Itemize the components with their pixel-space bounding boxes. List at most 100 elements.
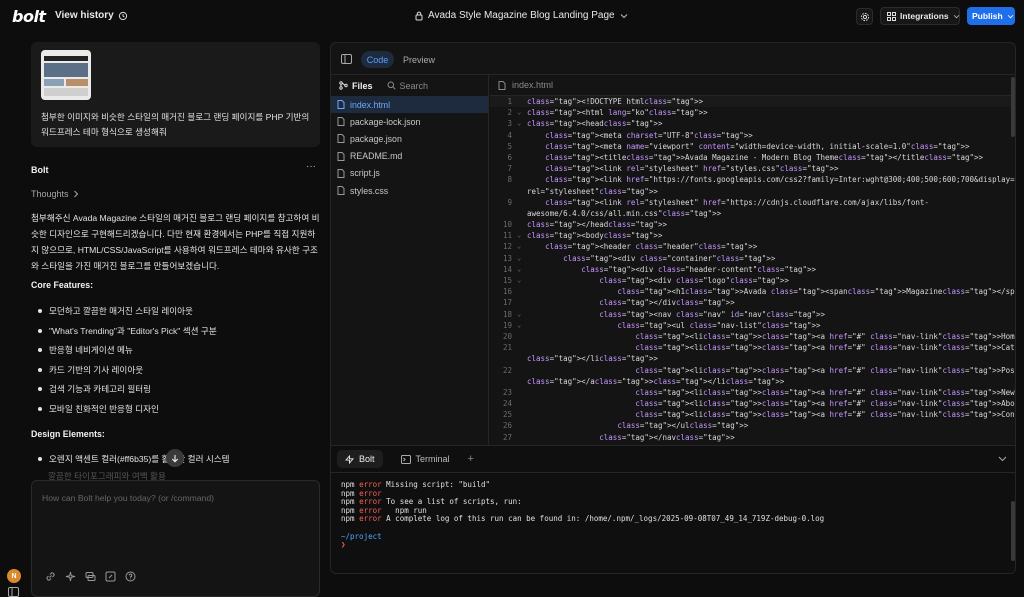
code-line: 3 ⌄ class="tag"><headclass="tag">> [507, 119, 663, 129]
code-line: class="tag"></aclass="tag">>class="tag">… [527, 376, 785, 386]
list-item: "What's Trending"과 "Editor's Pick" 섹션 구분 [31, 325, 321, 345]
code-line: 6 class="tag"><titleclass="tag">>Avada M… [507, 152, 984, 162]
files-tab[interactable]: Files [339, 81, 373, 91]
list-item: 카드 기반의 기사 레이아웃 [31, 364, 321, 384]
tab-preview[interactable]: Preview [397, 51, 441, 68]
panel-toggle-icon[interactable] [341, 54, 352, 64]
bolt-icon [345, 454, 354, 464]
file-icon [337, 168, 345, 178]
integrations-button[interactable]: Integrations [880, 7, 960, 25]
terminal-tab-label: Terminal [415, 454, 450, 464]
code-box-icon[interactable] [105, 571, 116, 582]
code-line: 22 class="tag"><liclass="tag">>class="ta… [502, 365, 1016, 375]
thoughts-label: Thoughts [31, 189, 69, 199]
history-icon [118, 11, 128, 21]
code-editor[interactable]: index.html 1 class="tag"><!DOCTYPE htmlcl… [490, 75, 1016, 445]
file-item-package-json[interactable]: package.json [331, 130, 488, 147]
file-item-script-js[interactable]: script.js [331, 165, 488, 182]
scroll-to-bottom-button[interactable] [166, 449, 184, 467]
bolt-logo[interactable]: bolt [12, 7, 46, 26]
file-tree-header: Files Search [331, 75, 488, 96]
chat-input-box [31, 480, 320, 597]
terminal-output[interactable]: npm error Missing script: "build" npm err… [341, 480, 825, 550]
editor-file-tab: index.html [490, 75, 1015, 96]
editor-scrollbar[interactable] [1011, 77, 1015, 137]
code-line: 24 class="tag"><liclass="tag">>class="ta… [502, 399, 1015, 409]
code-line: 17 class="tag"></divclass="tag">> [502, 298, 735, 308]
project-title-text: Avada Style Magazine Blog Landing Page [428, 10, 615, 21]
list-item: 반응형 네비게이션 메뉴 [31, 344, 321, 364]
code-line: 11 ⌄ class="tag"><bodyclass="tag">> [502, 231, 663, 241]
file-name: index.html [350, 99, 391, 110]
more-options-button[interactable]: ··· [306, 161, 316, 172]
sidebar-toggle-icon[interactable] [8, 587, 19, 597]
file-icon [337, 151, 345, 161]
integrations-icon [887, 11, 896, 21]
view-history-label: View history [55, 10, 114, 21]
project-title[interactable]: Avada Style Magazine Blog Landing Page [415, 10, 628, 21]
file-item-package-lock-json[interactable]: package-lock.json [331, 113, 488, 130]
publish-button[interactable]: Publish [967, 7, 1015, 25]
code-line: 12 ⌄ class="tag"><header class="header"cl… [502, 242, 758, 252]
file-icon [337, 100, 345, 110]
chat-bubble-icon[interactable] [85, 571, 96, 582]
help-icon[interactable] [125, 571, 136, 582]
code-line: rel="stylesheet"class="tag">> [527, 186, 658, 196]
tab-bolt-terminal[interactable]: Bolt [337, 450, 383, 468]
code-line: 5 class="tag"><meta name="viewport" cont… [507, 141, 970, 151]
file-name: README.md [350, 151, 403, 162]
attach-link-icon[interactable] [45, 571, 56, 582]
files-label: Files [352, 80, 373, 91]
workbench: Code Preview Files Search index.html pac… [330, 42, 1016, 574]
code-line: 2 ⌄ class="tag"><html lang="ko"class="tag"… [507, 108, 708, 118]
list-item: 모던하고 깔끔한 매거진 스타일 레이아웃 [31, 305, 321, 325]
search-tab[interactable]: Search [387, 80, 429, 91]
avatar[interactable]: N [7, 569, 21, 583]
editor-file-name: index.html [512, 80, 554, 90]
tab-terminal[interactable]: Terminal [393, 450, 458, 468]
attached-image-thumbnail[interactable] [41, 50, 91, 100]
chevron-down-icon [1007, 14, 1014, 19]
integrations-label: Integrations [900, 11, 949, 21]
settings-button[interactable] [856, 8, 873, 25]
code-line: 4 class="tag"><meta charset="UTF-8"class… [507, 130, 753, 140]
file-name: script.js [350, 168, 380, 179]
chevron-right-icon [73, 190, 79, 198]
file-name: package.json [350, 133, 402, 144]
search-label: Search [399, 80, 429, 91]
file-icon [337, 117, 345, 127]
terminal-scrollbar[interactable] [1011, 501, 1015, 561]
code-line: 16 class="tag"><h1class="tag">>Avada cla… [502, 287, 1015, 297]
terminal-line: npm error Missing script: "build" [341, 480, 491, 489]
chat-input[interactable] [42, 493, 310, 533]
code-line: 10 class="tag"></headclass="tag">> [502, 220, 667, 230]
input-toolbar [45, 571, 136, 582]
file-item-index-html[interactable]: index.html [331, 96, 488, 114]
search-icon [387, 81, 396, 90]
list-item: 모바일 친화적인 반응형 디자인 [31, 403, 321, 423]
file-item-readme-md[interactable]: README.md [331, 148, 488, 165]
view-history-button[interactable]: View history [55, 10, 128, 21]
terminal-panel: Bolt Terminal + npm error Missing script… [331, 445, 1015, 573]
code-line: 8 class="tag"><link href="https://fonts.… [507, 175, 1016, 185]
code-area[interactable]: 1 class="tag"><!DOCTYPE htmlclass="tag">>… [490, 96, 1016, 445]
thoughts-toggle[interactable]: Thoughts [31, 189, 79, 199]
code-line: 19 ⌄ class="tag"><ul class="nav-list"clas… [502, 320, 821, 330]
tab-code[interactable]: Code [361, 51, 394, 68]
core-features-heading: Core Features: [31, 280, 94, 290]
assistant-name: Bolt [31, 165, 49, 175]
collapse-terminal-icon[interactable] [998, 454, 1007, 463]
sparkle-icon[interactable] [65, 571, 76, 582]
code-line: 1 class="tag"><!DOCTYPE htmlclass="tag">> [490, 96, 1015, 108]
lock-icon [415, 11, 423, 21]
code-line: 15 ⌄ class="tag"><div class="logo"class="… [502, 276, 789, 285]
code-line: 9 class="tag"><link rel="stylesheet" hre… [507, 197, 929, 207]
code-line: 21 class="tag"><liclass="tag">>class="ta… [502, 343, 1015, 353]
code-line: 27 class="tag"></navclass="tag">> [502, 432, 735, 442]
file-tree: Files Search index.html package-lock.jso… [331, 75, 489, 445]
file-item-styles-css[interactable]: styles.css [331, 182, 488, 199]
terminal-line: npm error A complete log of this run can… [341, 514, 825, 524]
add-terminal-button[interactable]: + [468, 453, 474, 465]
terminal-tabs: Bolt Terminal + [331, 446, 1015, 473]
file-icon [337, 134, 345, 144]
